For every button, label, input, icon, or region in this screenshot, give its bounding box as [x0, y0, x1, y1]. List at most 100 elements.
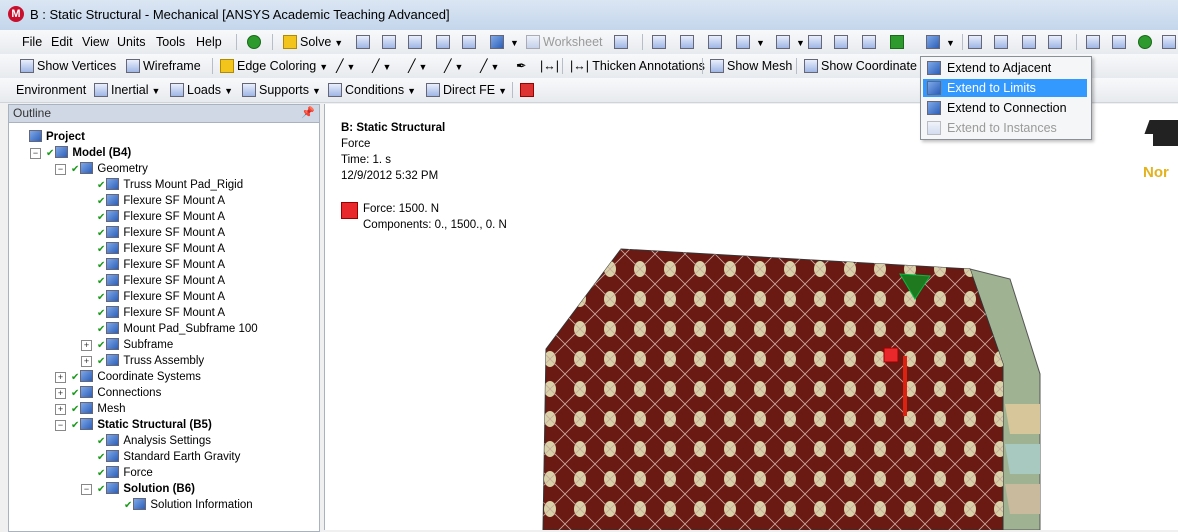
tree-node[interactable]: ✔ Connections — [71, 385, 161, 401]
insert-graph-button[interactable] — [356, 33, 373, 51]
zoom-in-button[interactable] — [1048, 33, 1065, 51]
tree-expander[interactable]: − — [55, 164, 66, 175]
model-view[interactable] — [325, 104, 1178, 530]
select-body-button[interactable] — [890, 33, 907, 51]
tree-node[interactable]: ✔ Subframe — [97, 337, 173, 353]
wireframe-button[interactable]: Wireframe — [126, 57, 201, 75]
inertial-button[interactable]: Inertial ▼ — [94, 81, 160, 99]
tree-node[interactable]: ✔ Mount Pad_Subframe 100 — [97, 321, 258, 337]
select-mode-button[interactable]: ▼ — [736, 33, 765, 51]
tree-node[interactable]: ✔ Flexure SF Mount A — [97, 257, 225, 273]
tree-expander[interactable]: + — [81, 340, 92, 351]
tree-expander[interactable]: + — [55, 372, 66, 383]
edge-style-0-button[interactable]: ╱ ▼ — [336, 57, 355, 75]
tree-node-label: Static Structural (B5) — [97, 419, 212, 431]
thicken-edges-button[interactable]: ✒ — [516, 57, 526, 75]
supports-button[interactable]: Supports ▼ — [242, 81, 321, 99]
tree-expander[interactable]: − — [30, 148, 41, 159]
thicken-annotations-button[interactable]: |↔| Thicken Annotations — [570, 57, 705, 75]
tree-node-label: Solution Information — [150, 499, 253, 511]
color-button[interactable]: ▼ — [490, 33, 519, 51]
edge-coloring-button[interactable]: Edge Coloring ▼ — [220, 57, 328, 75]
tree-node[interactable]: ✔ Solution (B6) — [97, 481, 195, 497]
tree-node[interactable]: ✔ Truss Assembly — [97, 353, 204, 369]
select-point-button[interactable] — [652, 33, 669, 51]
tree-node[interactable]: ✔ Flexure SF Mount A — [97, 225, 225, 241]
tree-node[interactable]: ✔ Coordinate Systems — [71, 369, 201, 385]
menu-tools[interactable]: Tools — [156, 33, 185, 51]
tree-node-icon — [80, 402, 94, 414]
close-vertices-button[interactable]: |↔| — [540, 57, 559, 75]
loads-button[interactable]: Loads ▼ — [170, 81, 233, 99]
tree-node[interactable]: Project — [29, 129, 85, 145]
tree-expander[interactable]: − — [55, 420, 66, 431]
conditions-button[interactable]: Conditions ▼ — [328, 81, 416, 99]
worksheet-button[interactable]: Worksheet — [526, 33, 603, 51]
menu-units[interactable]: Units — [117, 33, 145, 51]
zoom-fit-button[interactable] — [1112, 33, 1129, 51]
solve-button[interactable]: Solve ▼ — [283, 33, 343, 51]
show-vertices-button[interactable]: Show Vertices — [20, 57, 116, 75]
tree-node[interactable]: ✔ Force — [97, 465, 153, 481]
check-button[interactable] — [247, 33, 264, 51]
tree-node[interactable]: ✔ Flexure SF Mount A — [97, 209, 225, 225]
tree-node[interactable]: ✔ Truss Mount Pad_Rigid — [97, 177, 243, 193]
menu-view[interactable]: View — [82, 33, 109, 51]
menu-extend-to-adjacent[interactable]: Extend to Adjacent — [923, 59, 1087, 77]
tree-expander[interactable]: + — [55, 404, 66, 415]
tree-node[interactable]: ✔ Mesh — [71, 401, 126, 417]
menu-file[interactable]: File — [22, 33, 42, 51]
select-pointer-button[interactable]: ▼ — [776, 33, 805, 51]
edge-style-1-button[interactable]: ╱ ▼ — [372, 57, 391, 75]
menu-extend-to-instances[interactable]: Extend to Instances — [923, 119, 1087, 137]
tree-node[interactable]: ✔ Standard Earth Gravity — [97, 449, 240, 465]
tree-node-label: Analysis Settings — [123, 435, 211, 447]
select-face-button[interactable] — [862, 33, 879, 51]
thicken-icon: |↔| — [570, 59, 589, 73]
tree-node[interactable]: ✔ Flexure SF Mount A — [97, 273, 225, 289]
comment-button[interactable] — [436, 33, 453, 51]
edge-style-2-button[interactable]: ╱ ▼ — [408, 57, 427, 75]
menu-extend-to-connection[interactable]: Extend to Connection — [923, 99, 1087, 117]
tree-node[interactable]: ✔ Geometry — [71, 161, 148, 177]
insert-abc-button[interactable] — [382, 33, 399, 51]
tree-expander[interactable]: + — [55, 388, 66, 399]
tree-node[interactable]: ✔ Analysis Settings — [97, 433, 211, 449]
show-coordinate-button[interactable]: Show Coordinate S — [804, 57, 929, 75]
commands-button[interactable] — [520, 81, 537, 99]
tree-node[interactable]: ✔ Flexure SF Mount A — [97, 241, 225, 257]
annotation-button[interactable] — [462, 33, 479, 51]
tree-node[interactable]: ✔ Model (B4) — [46, 145, 131, 161]
box-zoom-button[interactable] — [1086, 33, 1103, 51]
select-coords-button[interactable] — [680, 33, 697, 51]
pin-icon[interactable]: 📌 — [301, 105, 315, 122]
tree-node[interactable]: ✔ Flexure SF Mount A — [97, 193, 225, 209]
tree-expander[interactable]: − — [81, 484, 92, 495]
direct-fe-button[interactable]: Direct FE ▼ — [426, 81, 507, 99]
graphics-viewport[interactable]: B: Static Structural Force Time: 1. s 12… — [324, 104, 1178, 530]
model-side-stripes — [1005, 404, 1040, 514]
menu-extend-to-limits[interactable]: Extend to Limits — [923, 79, 1087, 97]
rotate-button[interactable] — [968, 33, 985, 51]
magnifier-button[interactable] — [1138, 33, 1155, 51]
edge-style-4-button[interactable]: ╱ ▼ — [480, 57, 499, 75]
show-mesh-button[interactable]: Show Mesh — [710, 57, 792, 75]
menu-help[interactable]: Help — [196, 33, 222, 51]
outline-title: Outline — [13, 106, 52, 120]
select-vertex-button[interactable] — [808, 33, 825, 51]
tree-node[interactable]: ✔ Flexure SF Mount A — [97, 289, 225, 305]
tree-node[interactable]: ✔ Flexure SF Mount A — [97, 305, 225, 321]
tree-expander[interactable]: + — [81, 356, 92, 367]
help-cursor-button[interactable] — [614, 33, 631, 51]
menu-edit[interactable]: Edit — [51, 33, 73, 51]
select-edge-button[interactable] — [834, 33, 851, 51]
pan-button[interactable] — [994, 33, 1011, 51]
tree-node[interactable]: ✔ Solution Information — [124, 497, 253, 513]
tree-node[interactable]: ✔ Static Structural (B5) — [71, 417, 212, 433]
zoom-button[interactable] — [1022, 33, 1039, 51]
edge-style-3-button[interactable]: ╱ ▼ — [444, 57, 463, 75]
select-xyz-button[interactable] — [708, 33, 725, 51]
more-button[interactable] — [1162, 33, 1178, 51]
tree-node-icon — [106, 434, 120, 446]
insert-image-button[interactable] — [408, 33, 425, 51]
